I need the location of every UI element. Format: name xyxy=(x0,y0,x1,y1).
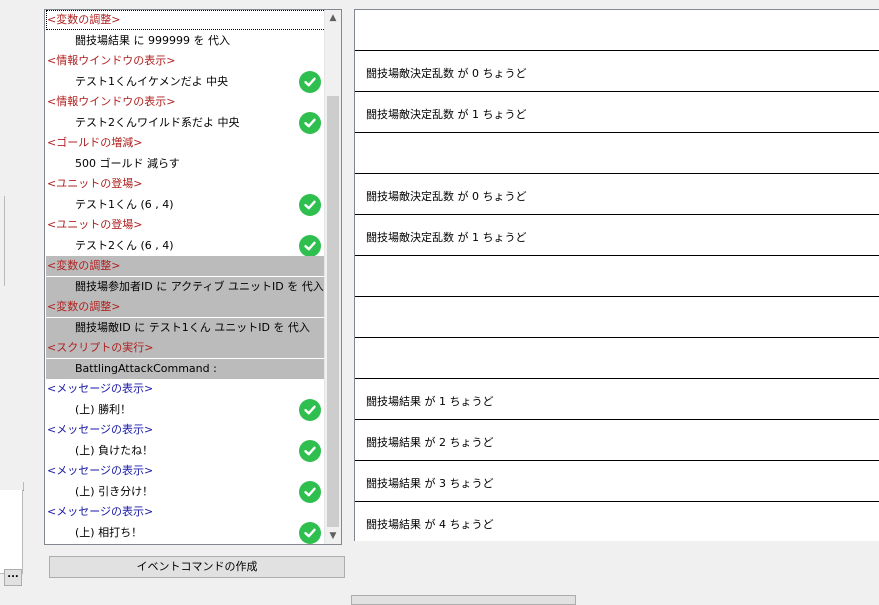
command-category-label: <メッセージの表示> xyxy=(47,423,154,436)
command-category-row[interactable]: <スクリプトの実行> xyxy=(46,338,326,358)
command-category-label: <情報ウインドウの表示> xyxy=(47,54,176,67)
command-category-label: <メッセージの表示> xyxy=(47,464,154,477)
condition-row[interactable]: 闘技場結果 が 4 ちょうど xyxy=(355,502,879,541)
command-detail-row[interactable]: (上) 勝利！ xyxy=(46,398,326,421)
command-detail-row[interactable]: テスト2くんワイルド系だよ 中央 xyxy=(46,111,326,134)
condition-label: 闘技場敵決定乱数 が 1 ちょうど xyxy=(366,108,527,121)
command-category-label: <情報ウインドウの表示> xyxy=(47,95,176,108)
condition-label: 闘技場結果 が 4 ちょうど xyxy=(366,518,494,531)
command-category-row[interactable]: <情報ウインドウの表示> xyxy=(46,92,326,112)
create-event-command-button[interactable]: イベントコマンドの作成 xyxy=(49,556,345,578)
command-detail-label: 闘技場敵ID に テスト1くん ユニットID を 代入 xyxy=(75,320,310,334)
command-detail-row[interactable]: 闘技場参加者ID に アクティブ ユニットID を 代入 xyxy=(46,276,326,297)
check-icon xyxy=(299,521,321,544)
command-category-row[interactable]: <情報ウインドウの表示> xyxy=(46,51,326,71)
command-category-row[interactable]: <変数の調整> xyxy=(46,297,326,317)
command-category-label: <メッセージの表示> xyxy=(47,382,154,395)
command-category-label: <ゴールドの増減> xyxy=(47,136,143,149)
scroll-up-icon[interactable]: ▲ xyxy=(325,10,341,26)
command-category-label: <変数の調整> xyxy=(47,259,121,272)
command-category-label: <ユニットの登場> xyxy=(47,177,143,190)
command-detail-row[interactable]: テスト1くん (6 , 4) xyxy=(46,193,326,216)
condition-row[interactable]: 闘技場敵決定乱数 が 1 ちょうど xyxy=(355,215,879,256)
check-icon xyxy=(299,70,321,93)
command-detail-row[interactable]: (上) 負けたね！ xyxy=(46,439,326,462)
command-detail-label: テスト2くん (6 , 4) xyxy=(75,238,174,252)
command-category-row[interactable]: <メッセージの表示> xyxy=(46,420,326,440)
vertical-scrollbar[interactable]: ▲ ▼ xyxy=(324,10,341,544)
command-detail-label: (上) 勝利！ xyxy=(75,402,132,416)
check-icon xyxy=(299,439,321,462)
condition-row[interactable] xyxy=(355,338,879,379)
command-detail-label: テスト1くんイケメンだよ 中央 xyxy=(75,74,229,88)
command-detail-row[interactable]: BattlingAttackCommand : xyxy=(46,358,326,379)
command-detail-row[interactable]: (上) 相打ち！ xyxy=(46,521,326,544)
condition-row[interactable]: 闘技場結果 が 2 ちょうど xyxy=(355,420,879,461)
condition-row[interactable]: 闘技場敵決定乱数 が 0 ちょうど xyxy=(355,174,879,215)
command-category-row[interactable]: <メッセージの表示> xyxy=(46,379,326,399)
condition-label: 闘技場敵決定乱数 が 1 ちょうど xyxy=(366,231,527,244)
command-category-row[interactable]: <ゴールドの増減> xyxy=(46,133,326,153)
ellipsis-button[interactable]: ... xyxy=(4,569,22,586)
left-list-fragment xyxy=(0,490,23,574)
check-icon xyxy=(299,480,321,503)
command-detail-row[interactable]: (上) 引き分け！ xyxy=(46,480,326,503)
command-detail-row[interactable]: テスト1くんイケメンだよ 中央 xyxy=(46,70,326,93)
command-category-label: <メッセージの表示> xyxy=(47,505,154,518)
bottom-button-fragment[interactable] xyxy=(351,595,576,605)
command-category-row[interactable]: <変数の調整> xyxy=(46,256,326,276)
command-category-label: <ユニットの登場> xyxy=(47,218,143,231)
command-detail-label: (上) 引き分け！ xyxy=(75,484,154,498)
command-category-label: <スクリプトの実行> xyxy=(47,341,154,354)
scroll-down-icon[interactable]: ▼ xyxy=(325,528,341,544)
command-detail-label: BattlingAttackCommand : xyxy=(75,361,217,375)
condition-row[interactable]: 闘技場結果 が 1 ちょうど xyxy=(355,379,879,420)
command-detail-label: テスト1くん (6 , 4) xyxy=(75,197,174,211)
event-command-list[interactable]: <変数の調整> 闘技場結果 に 999999 を 代入 <情報ウインドウの表示> テス… xyxy=(44,9,342,545)
check-icon xyxy=(299,234,321,257)
condition-label: 闘技場結果 が 2 ちょうど xyxy=(366,436,494,449)
command-category-row[interactable]: <変数の調整> xyxy=(46,10,326,30)
scroll-thumb[interactable] xyxy=(327,96,339,527)
command-detail-label: 闘技場参加者ID に アクティブ ユニットID を 代入 xyxy=(75,279,324,293)
condition-row[interactable]: 闘技場結果 が 3 ちょうど xyxy=(355,461,879,502)
command-detail-row[interactable]: テスト2くん (6 , 4) xyxy=(46,234,326,257)
condition-row[interactable] xyxy=(355,133,879,174)
condition-label: 闘技場敵決定乱数 が 0 ちょうど xyxy=(366,190,527,203)
check-icon xyxy=(299,111,321,134)
condition-row[interactable] xyxy=(355,10,879,51)
condition-list[interactable]: 闘技場敵決定乱数 が 0 ちょうど 闘技場敵決定乱数 が 1 ちょうど 闘技場敵決定… xyxy=(354,9,879,541)
condition-label: 闘技場結果 が 1 ちょうど xyxy=(366,395,494,408)
check-icon xyxy=(299,193,321,216)
condition-row[interactable]: 闘技場敵決定乱数 が 0 ちょうど xyxy=(355,51,879,92)
command-category-row[interactable]: <メッセージの表示> xyxy=(46,461,326,481)
command-detail-row[interactable]: 闘技場結果 に 999999 を 代入 xyxy=(46,31,326,51)
command-detail-row[interactable]: 闘技場敵ID に テスト1くん ユニットID を 代入 xyxy=(46,317,326,338)
condition-row[interactable]: 闘技場敵決定乱数 が 1 ちょうど xyxy=(355,92,879,133)
command-detail-row[interactable]: 500 ゴールド 減らす xyxy=(46,154,326,174)
command-detail-label: (上) 負けたね！ xyxy=(75,443,154,457)
command-category-row[interactable]: <ユニットの登場> xyxy=(46,174,326,194)
check-icon xyxy=(299,398,321,421)
condition-row[interactable] xyxy=(355,256,879,297)
command-detail-label: (上) 相打ち！ xyxy=(75,525,143,539)
command-category-label: <変数の調整> xyxy=(47,300,121,313)
command-detail-label: 闘技場結果 に 999999 を 代入 xyxy=(75,33,230,47)
command-category-row[interactable]: <メッセージの表示> xyxy=(46,502,326,522)
left-panel-fragment xyxy=(0,196,5,286)
condition-label: 闘技場敵決定乱数 が 0 ちょうど xyxy=(366,67,527,80)
command-detail-label: 500 ゴールド 減らす xyxy=(75,156,180,170)
condition-label: 闘技場結果 が 3 ちょうど xyxy=(366,477,494,490)
command-category-row[interactable]: <ユニットの登場> xyxy=(46,215,326,235)
command-category-label: <変数の調整> xyxy=(47,13,121,26)
command-detail-label: テスト2くんワイルド系だよ 中央 xyxy=(75,115,240,129)
condition-row[interactable] xyxy=(355,297,879,338)
